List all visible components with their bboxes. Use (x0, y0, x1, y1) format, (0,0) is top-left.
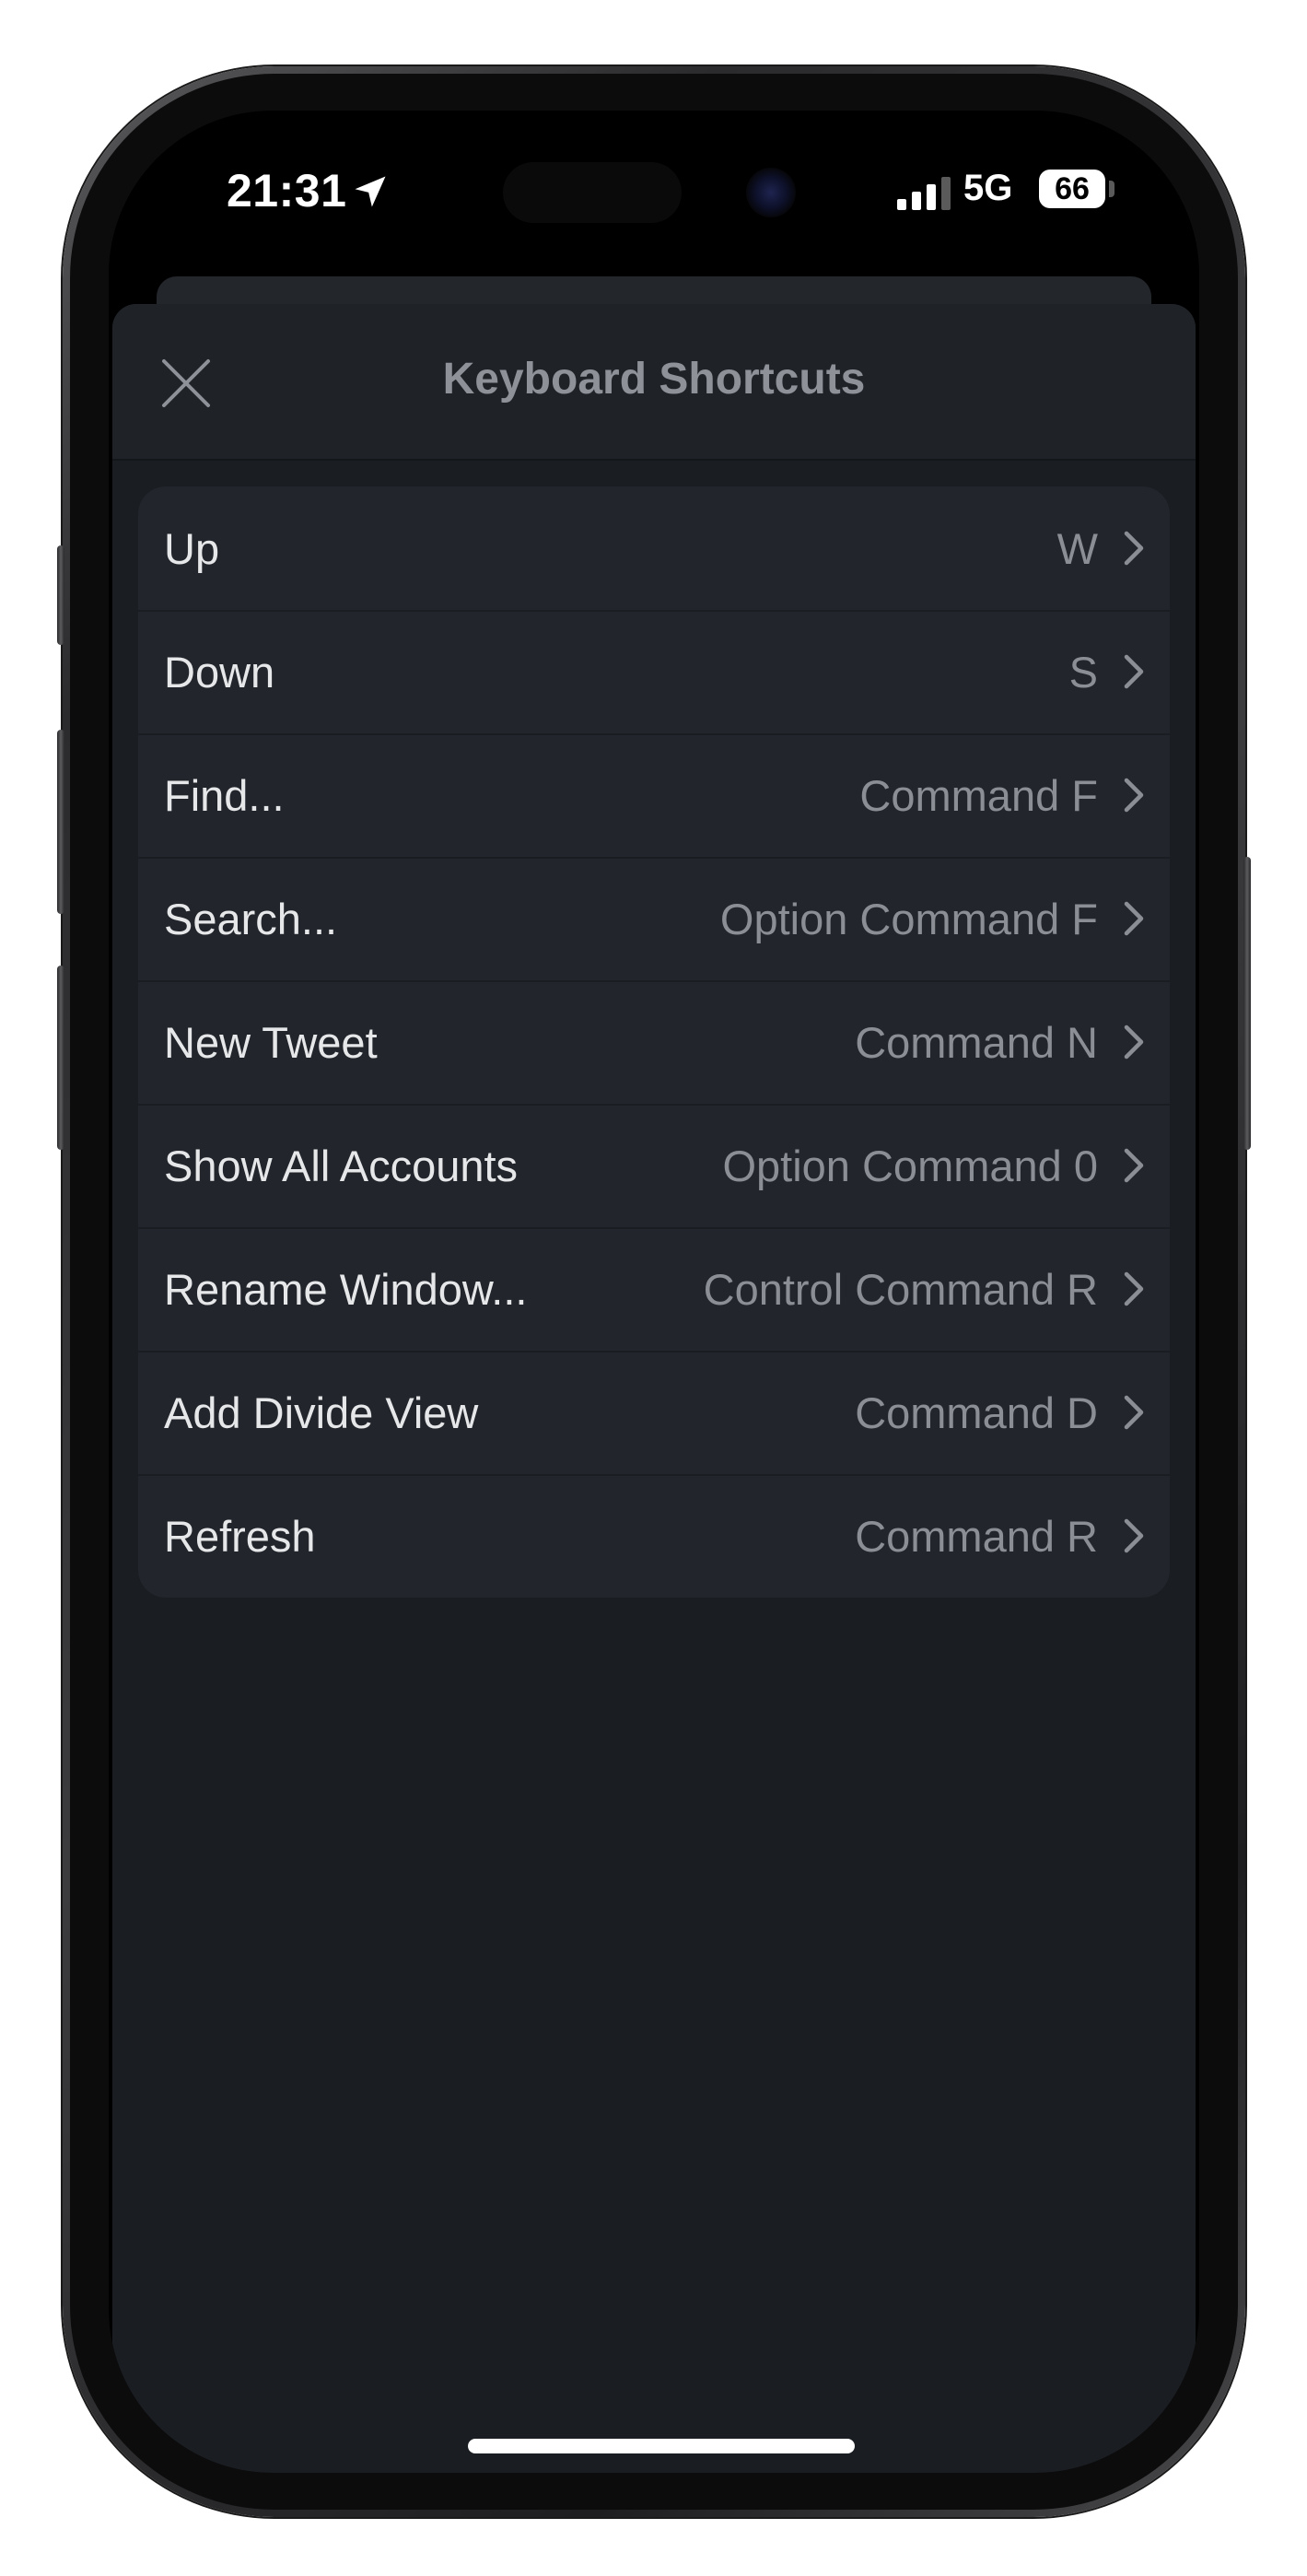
front-camera (746, 168, 796, 217)
shortcut-row-find[interactable]: Find... Command F (138, 733, 1170, 857)
phone-screen: 21:31 5G 66 Keyboard Shortcuts Up W Down… (109, 111, 1199, 2473)
shortcut-row-up[interactable]: Up W (138, 486, 1170, 610)
shortcut-label: Show All Accounts (164, 1141, 519, 1190)
network-type: 5G (963, 168, 1013, 208)
power-button (1243, 857, 1251, 1150)
shortcut-row-search[interactable]: Search... Option Command F (138, 857, 1170, 980)
shortcut-label: Up (164, 523, 220, 573)
shortcut-label: Rename Window... (164, 1264, 528, 1314)
shortcut-key: W (1056, 523, 1098, 573)
shortcut-list: Up W Down S Find... Command F Search... … (138, 486, 1170, 1598)
action-button (57, 545, 64, 645)
shortcut-key: Command F (859, 770, 1098, 820)
shortcut-row-rename-window[interactable]: Rename Window... Control Command R (138, 1227, 1170, 1351)
chevron-right-icon (1124, 901, 1144, 936)
shortcut-key: Option Command F (719, 894, 1098, 943)
chevron-right-icon (1124, 531, 1144, 566)
chevron-right-icon (1124, 778, 1144, 813)
keyboard-shortcuts-sheet: Keyboard Shortcuts Up W Down S Find... C… (112, 304, 1196, 2473)
volume-down-button (57, 966, 64, 1150)
shortcut-row-down[interactable]: Down S (138, 610, 1170, 733)
location-arrow-icon (355, 176, 386, 207)
shortcut-key: Control Command R (703, 1264, 1098, 1314)
home-indicator[interactable] (468, 2439, 855, 2453)
shortcut-key: S (1068, 647, 1098, 697)
sheet-header: Keyboard Shortcuts (112, 304, 1196, 461)
shortcut-row-add-divide-view[interactable]: Add Divide View Command D (138, 1351, 1170, 1474)
shortcut-label: Down (164, 647, 275, 697)
chevron-right-icon (1124, 1518, 1144, 1553)
volume-up-button (57, 730, 64, 914)
battery-cap (1109, 181, 1114, 197)
chevron-right-icon (1124, 1025, 1144, 1060)
sheet-title: Keyboard Shortcuts (442, 355, 866, 404)
chevron-right-icon (1124, 654, 1144, 689)
shortcut-label: Search... (164, 894, 338, 943)
shortcut-label: Find... (164, 770, 285, 820)
battery-level: 66 (1055, 171, 1090, 206)
shortcut-row-new-tweet[interactable]: New Tweet Command N (138, 980, 1170, 1104)
status-time: 21:31 (227, 165, 347, 217)
shortcut-label: Refresh (164, 1511, 316, 1561)
shortcut-row-show-all-accounts[interactable]: Show All Accounts Option Command 0 (138, 1104, 1170, 1227)
shortcut-label: Add Divide View (164, 1388, 479, 1437)
chevron-right-icon (1124, 1271, 1144, 1306)
cellular-signal-icon (897, 177, 951, 210)
chevron-right-icon (1124, 1395, 1144, 1430)
shortcut-label: New Tweet (164, 1017, 378, 1067)
chevron-right-icon (1124, 1148, 1144, 1183)
shortcut-key: Command D (855, 1388, 1098, 1437)
dynamic-island (503, 162, 682, 223)
shortcut-key: Command N (855, 1017, 1098, 1067)
shortcut-row-refresh[interactable]: Refresh Command R (138, 1474, 1170, 1598)
shortcut-key: Option Command 0 (722, 1141, 1098, 1190)
shortcut-key: Command R (855, 1511, 1098, 1561)
battery-icon: 66 (1039, 170, 1105, 208)
